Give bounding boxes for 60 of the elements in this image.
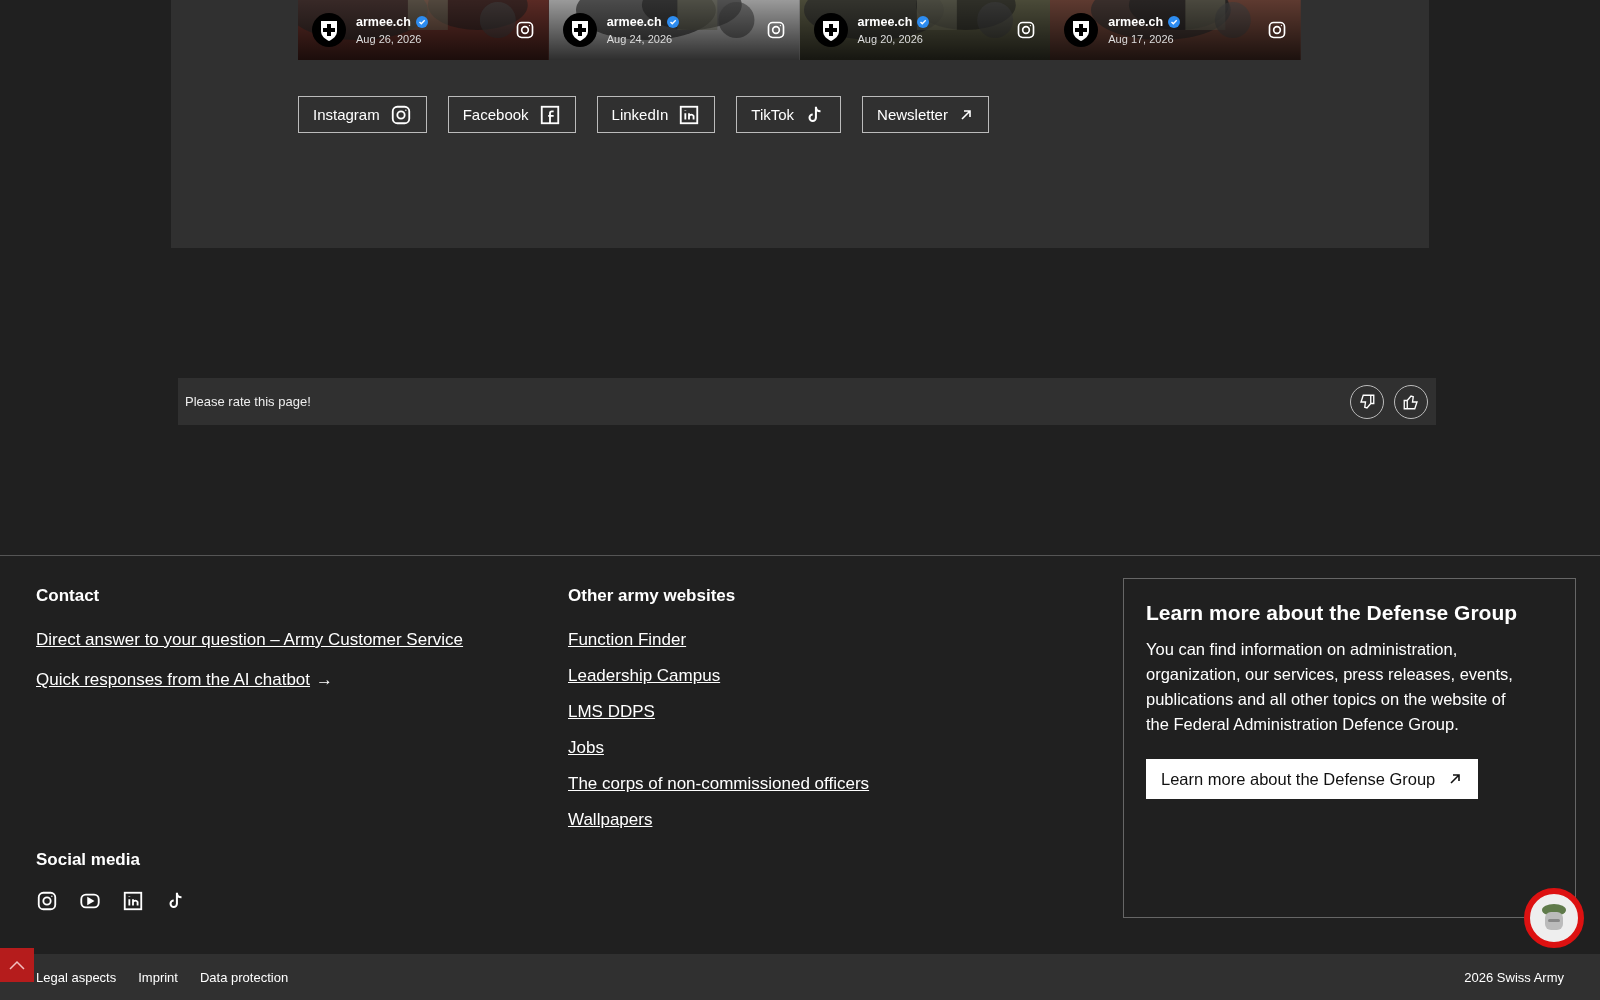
instagram-icon: [1267, 20, 1287, 40]
linkedin-icon: [678, 103, 701, 126]
instagram-post[interactable]: armee.ch Aug 17, 2026: [1050, 0, 1301, 60]
shield-cross-icon: [562, 13, 597, 47]
instagram-icon: [1016, 20, 1037, 40]
instagram-icon: [514, 20, 535, 40]
promo-text: You can find information on administration, organization, our services, press releases, events, publications and all other topics on the website of the Federal Administration Defence Group.: [1146, 639, 1514, 735]
arrow-icon: →: [316, 670, 334, 690]
verified-icon: [415, 16, 428, 28]
shield-cross-icon: [312, 13, 346, 47]
chatbot-button[interactable]: [1524, 888, 1584, 948]
thumbs-up-icon: [1402, 392, 1420, 411]
post-date: Aug 20, 2026: [857, 33, 924, 45]
instagram-post[interactable]: armee.ch Aug 20, 2026: [799, 0, 1051, 60]
facebook-icon: [538, 103, 561, 126]
chevron-up-icon: [8, 959, 26, 971]
instagram-post[interactable]: armee.ch Aug 24, 2026: [548, 0, 800, 60]
post-date: Aug 24, 2026: [606, 33, 674, 45]
website-link[interactable]: The corps of non-commissioned officers: [568, 774, 870, 794]
websites-heading: Other army websites: [568, 586, 737, 606]
contact-heading: Contact: [36, 586, 101, 606]
social-link-button[interactable]: LinkedIn: [596, 96, 716, 133]
social-link-button[interactable]: TikTok: [736, 96, 842, 133]
legal-link[interactable]: Imprint: [138, 969, 178, 985]
account-name: armee.ch: [857, 15, 913, 29]
linkedin-icon: [122, 890, 144, 912]
thumbs-down-icon: [1358, 392, 1376, 411]
instagram-icon: [389, 103, 412, 126]
legal-link[interactable]: Data protection: [199, 969, 289, 985]
post-date: Aug 17, 2026: [1108, 33, 1175, 45]
social-icon-button[interactable]: [122, 890, 144, 912]
copyright-text: 2026 Swiss Army: [1464, 969, 1564, 985]
contact-link[interactable]: Quick responses from the AI chatbot: [36, 670, 311, 690]
instagram-post[interactable]: armee.ch Aug 26, 2026: [298, 0, 549, 60]
verified-icon: [1168, 16, 1181, 28]
shield-cross-icon: [813, 13, 848, 47]
contact-link[interactable]: Direct answer to your question – Army Customer Service: [36, 630, 464, 650]
social-link-button[interactable]: Newsletter: [862, 96, 989, 133]
rating-prompt: Please rate this page!: [185, 394, 312, 409]
social-icon-button[interactable]: [36, 890, 58, 912]
website-link[interactable]: LMS DDPS: [568, 702, 655, 722]
promo-button[interactable]: Learn more about the Defense Group: [1146, 759, 1479, 799]
website-link[interactable]: Jobs: [568, 738, 604, 758]
verified-icon: [666, 16, 679, 28]
account-name: armee.ch: [606, 15, 662, 29]
social-media-heading: Social media: [36, 850, 141, 870]
social-link-button[interactable]: Facebook: [447, 96, 576, 133]
shield-cross-icon: [1064, 13, 1099, 47]
account-name: armee.ch: [1108, 15, 1164, 29]
account-name: armee.ch: [356, 15, 411, 29]
social-link-button[interactable]: Instagram: [298, 96, 427, 133]
website-link[interactable]: Leadership Campus: [568, 666, 721, 686]
verified-icon: [917, 16, 930, 28]
legal-link[interactable]: Legal aspects: [36, 969, 117, 985]
promo-title: Learn more about the Defense Group: [1146, 601, 1519, 625]
post-date: Aug 26, 2026: [356, 33, 423, 45]
instagram-icon: [765, 20, 786, 40]
website-link[interactable]: Wallpapers: [568, 810, 653, 830]
instagram-icon: [36, 890, 58, 912]
website-link[interactable]: Function Finder: [568, 630, 687, 650]
